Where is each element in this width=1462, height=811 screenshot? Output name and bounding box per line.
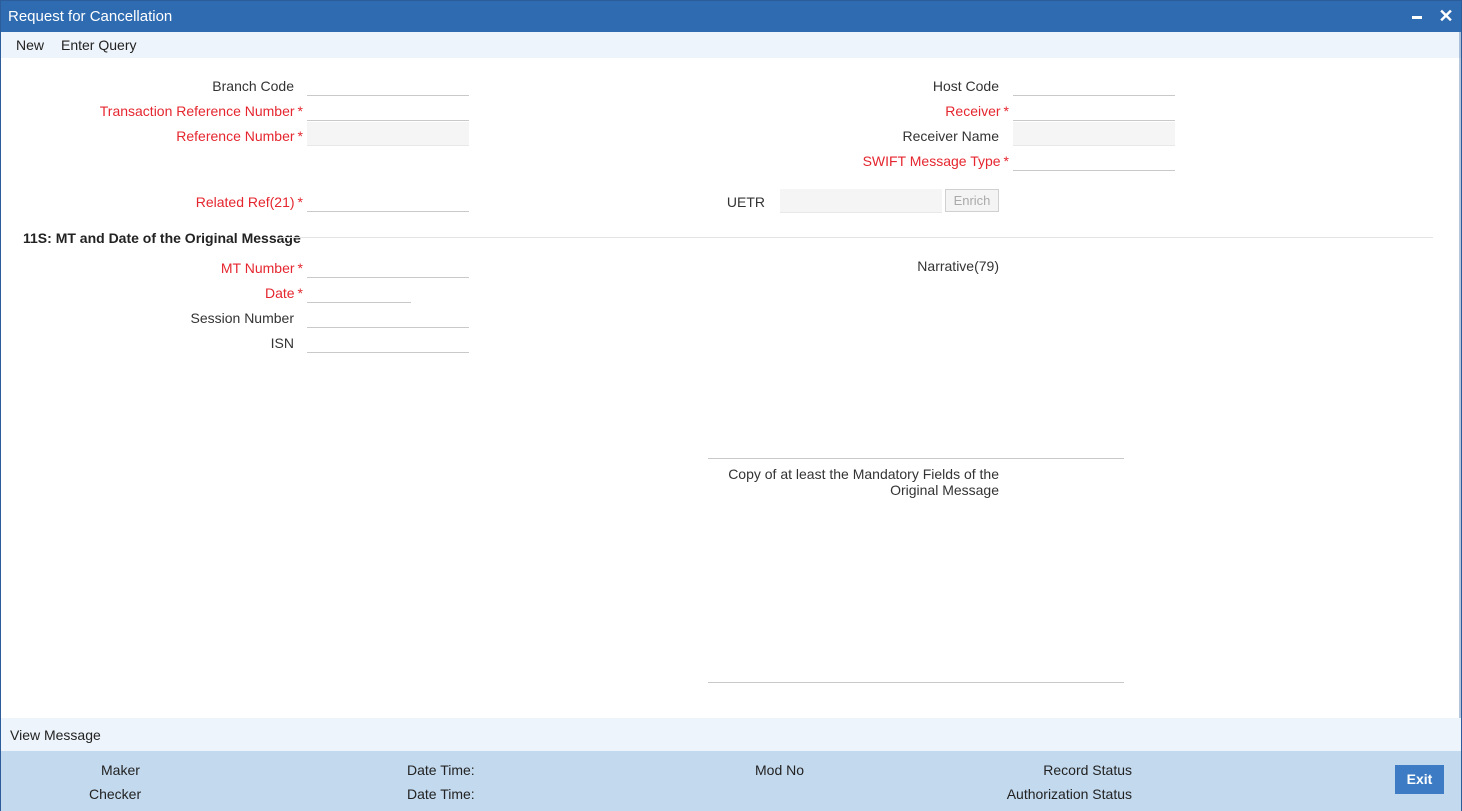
section-title-11s: 11S: MT and Date of the Original Message <box>23 230 301 246</box>
mod-no-label: Mod No <box>755 762 805 778</box>
authorization-status-label: Authorization Status <box>1006 786 1132 802</box>
receiver-name-field <box>1013 122 1175 146</box>
section-divider <box>281 237 1433 238</box>
record-status-label: Record Status <box>1043 762 1132 778</box>
narrative-textarea[interactable] <box>708 283 1124 459</box>
copy-mandatory-fields-label: Copy of at least the Mandatory Fields of… <box>728 466 999 498</box>
exit-button[interactable]: Exit <box>1395 765 1444 794</box>
isn-field[interactable] <box>307 329 469 353</box>
view-message-button[interactable]: View Message <box>10 727 101 743</box>
isn-label: ISN <box>270 335 294 351</box>
mt-number-label: MT Number * <box>220 260 303 276</box>
enter-query-button[interactable]: Enter Query <box>61 37 136 53</box>
host-code-field[interactable] <box>1013 72 1175 96</box>
copy-mandatory-fields-textarea[interactable] <box>708 505 1124 683</box>
swift-message-type-label: SWIFT Message Type * <box>862 153 1009 169</box>
title-bar: Request for Cancellation ✕ <box>1 1 1461 32</box>
transaction-reference-number-field[interactable] <box>307 97 469 121</box>
reference-number-field <box>307 122 469 146</box>
close-icon[interactable]: ✕ <box>1435 5 1457 27</box>
swift-message-type-field[interactable] <box>1013 147 1175 171</box>
checker-date-time-label: Date Time: <box>407 786 475 802</box>
request-for-cancellation-window: Request for Cancellation ✕ New Enter Que… <box>0 0 1462 811</box>
session-number-label: Session Number <box>190 310 295 326</box>
transaction-reference-number-label: Transaction Reference Number * <box>99 103 303 119</box>
uetr-field <box>780 189 942 213</box>
host-code-label: Host Code <box>932 78 999 94</box>
session-number-field[interactable] <box>307 304 469 328</box>
branch-code-label: Branch Code <box>212 78 294 94</box>
related-ref-field[interactable] <box>307 188 469 212</box>
minimize-icon[interactable] <box>1406 5 1428 27</box>
receiver-name-label: Receiver Name <box>902 128 999 144</box>
receiver-label: Receiver * <box>945 103 1009 119</box>
new-button[interactable]: New <box>16 37 44 53</box>
narrative-label: Narrative(79) <box>917 258 999 274</box>
view-message-bar: View Message <box>1 718 1461 751</box>
receiver-field[interactable] <box>1013 97 1175 121</box>
toolbar: New Enter Query <box>1 32 1461 58</box>
date-field[interactable] <box>307 279 411 303</box>
right-edge <box>1459 32 1461 718</box>
branch-code-field[interactable] <box>307 72 469 96</box>
enrich-button[interactable]: Enrich <box>945 189 999 212</box>
uetr-label: UETR <box>726 194 765 210</box>
related-ref-label: Related Ref(21) * <box>195 194 303 210</box>
reference-number-label: Reference Number * <box>176 128 303 144</box>
date-label: Date * <box>264 285 303 301</box>
mt-number-field[interactable] <box>307 254 469 278</box>
maker-date-time-label: Date Time: <box>407 762 475 778</box>
maker-label: Maker <box>101 762 140 778</box>
checker-label: Checker <box>89 786 142 802</box>
window-title: Request for Cancellation <box>8 8 173 25</box>
audit-footer: Maker Checker Date Time: Date Time: Mod … <box>1 751 1461 811</box>
